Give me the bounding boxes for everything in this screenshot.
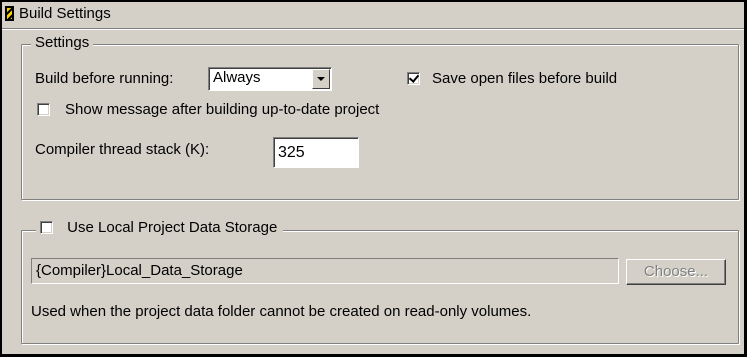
build-before-running-select[interactable]: Always [208, 67, 332, 91]
thread-stack-input[interactable]: 325 [273, 137, 359, 168]
dropdown-arrow-icon[interactable] [312, 69, 330, 89]
local-storage-legend: Use Local Project Data Storage [36, 219, 284, 236]
use-local-storage-label[interactable]: Use Local Project Data Storage [67, 219, 277, 236]
thread-stack-label: Compiler thread stack (K): [35, 141, 210, 158]
choose-button[interactable]: Choose... [626, 259, 726, 285]
show-message-checkbox[interactable] [37, 103, 50, 116]
local-storage-path-value: {Compiler}Local_Data_Storage [36, 262, 243, 279]
build-settings-panel: Build Settings Settings Build before run… [0, 0, 747, 357]
local-storage-description: Used when the project data folder cannot… [31, 303, 532, 320]
save-open-files-checkbox[interactable] [407, 72, 420, 85]
thread-stack-value: 325 [278, 144, 305, 161]
show-message-label[interactable]: Show message after building up-to-date p… [65, 101, 379, 118]
panel-title: Build Settings [19, 5, 111, 22]
build-before-running-label: Build before running: [35, 70, 174, 87]
build-icon [5, 6, 14, 21]
settings-group: Settings Build before running: Always Sa… [21, 34, 739, 200]
local-storage-path-field: {Compiler}Local_Data_Storage [31, 258, 619, 284]
use-local-storage-checkbox[interactable] [40, 221, 53, 234]
settings-group-legend: Settings [31, 34, 94, 51]
save-open-files-label[interactable]: Save open files before build [432, 70, 617, 87]
build-before-running-value: Always [213, 69, 261, 86]
local-storage-group: Use Local Project Data Storage {Compiler… [21, 219, 739, 344]
title-bar: Build Settings [2, 2, 744, 29]
